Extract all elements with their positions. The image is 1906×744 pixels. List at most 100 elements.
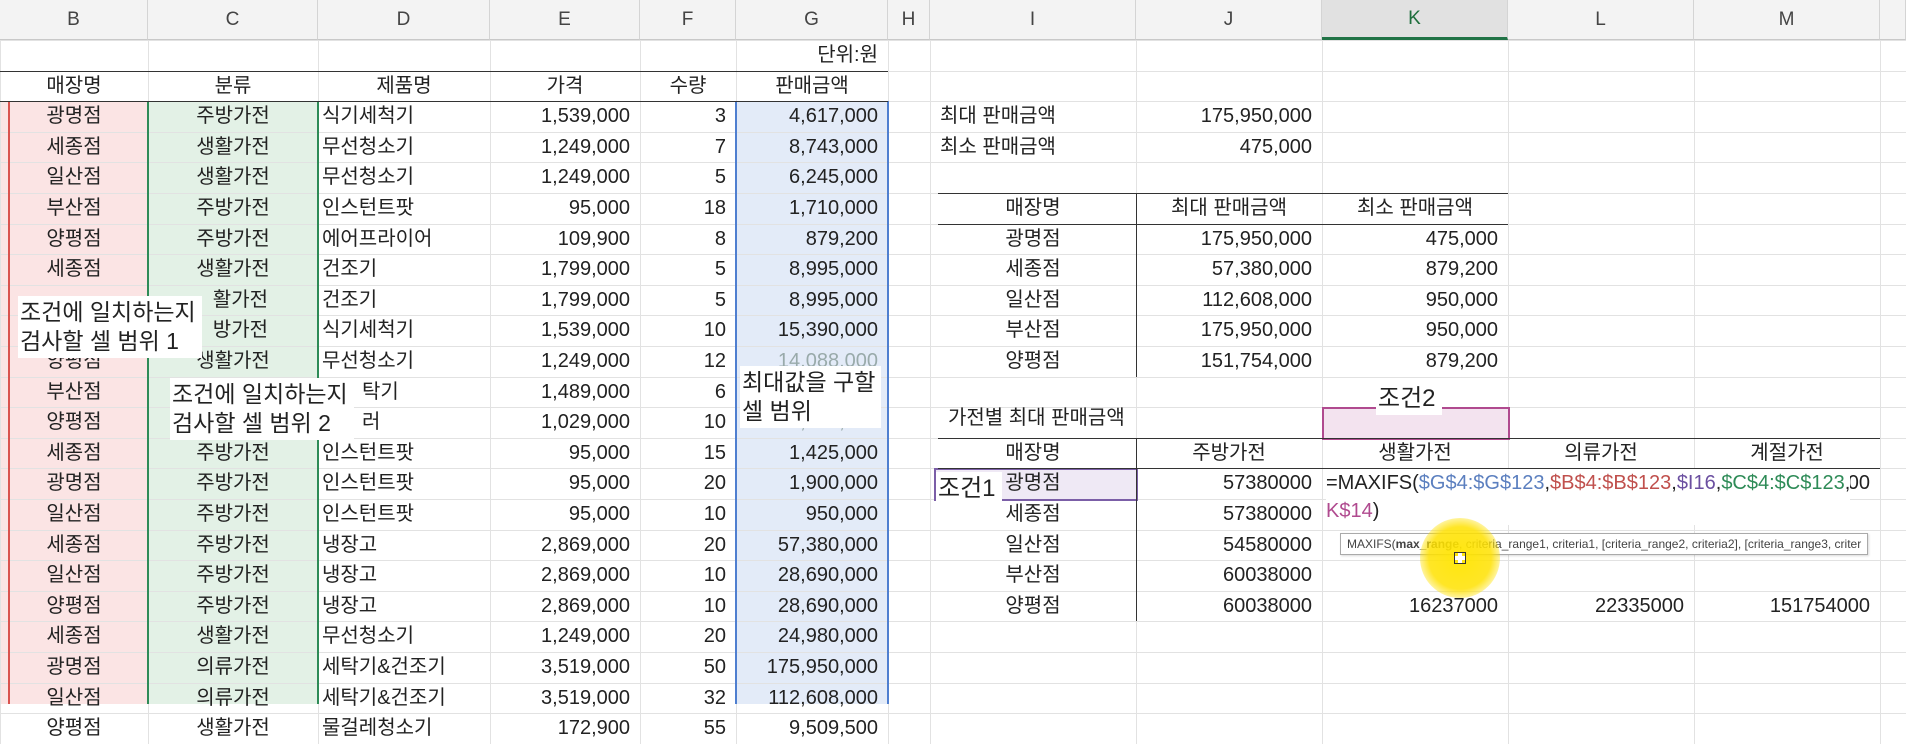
spreadsheet[interactable]: B C D E F G H I J K L M 단위:원 매장명 분류 제품명 가격 수량 판매금액 광명점 주방가전 식… — [0, 0, 1906, 744]
store-cell[interactable]: 950,000 — [1322, 315, 1508, 346]
store-cell[interactable]: 112,608,000 — [1136, 285, 1322, 316]
table-cell[interactable]: 주방가전 — [148, 224, 318, 255]
summary-min-label[interactable]: 최소 판매금액 — [936, 132, 1136, 163]
table-cell[interactable]: 생활가전 — [148, 254, 318, 285]
table-cell[interactable]: 냉장고 — [318, 530, 490, 561]
table-cell[interactable]: 일산점 — [0, 499, 148, 530]
column-header-h[interactable]: H — [888, 0, 930, 40]
category-cell[interactable]: 16237000 — [1322, 591, 1508, 622]
store-header-k[interactable]: 최소 판매금액 — [1322, 193, 1508, 224]
table-cell[interactable]: 20 — [640, 468, 736, 499]
table-cell[interactable]: 8,743,000 — [736, 132, 888, 163]
table-cell[interactable]: 세종점 — [0, 254, 148, 285]
main-header-b[interactable]: 매장명 — [0, 71, 148, 102]
table-cell[interactable]: 3,519,000 — [490, 652, 640, 683]
table-cell[interactable]: 일산점 — [0, 683, 148, 714]
table-cell[interactable]: 양평점 — [0, 224, 148, 255]
category-table-title[interactable]: 가전별 최대 판매금액 — [944, 403, 1244, 434]
category-cell[interactable]: 양평점 — [930, 591, 1136, 622]
table-cell[interactable]: 8,995,000 — [736, 285, 888, 316]
table-cell[interactable]: 무선청소기 — [318, 162, 490, 193]
table-cell[interactable]: 1,249,000 — [490, 346, 640, 377]
table-cell[interactable]: 3 — [640, 101, 736, 132]
table-cell[interactable]: 24,980,000 — [736, 621, 888, 652]
table-cell[interactable]: 1,799,000 — [490, 254, 640, 285]
table-cell[interactable]: 의류가전 — [148, 652, 318, 683]
table-cell[interactable]: 무선청소기 — [318, 132, 490, 163]
summary-max-label[interactable]: 최대 판매금액 — [936, 101, 1136, 132]
table-cell[interactable]: 식기세척기 — [318, 101, 490, 132]
store-cell[interactable]: 175,950,000 — [1136, 315, 1322, 346]
main-header-f[interactable]: 수량 — [640, 71, 736, 102]
table-cell[interactable]: 세종점 — [0, 621, 148, 652]
table-cell[interactable]: 주방가전 — [148, 468, 318, 499]
category-cell[interactable]: 일산점 — [930, 530, 1136, 561]
table-cell[interactable]: 172,900 — [490, 713, 640, 744]
table-cell[interactable]: 1,799,000 — [490, 285, 640, 316]
table-cell[interactable]: 양평점 — [0, 407, 148, 438]
table-cell[interactable]: 6 — [640, 377, 736, 408]
main-header-d[interactable]: 제품명 — [318, 71, 490, 102]
category-cell[interactable]: 22335000 — [1508, 591, 1694, 622]
table-cell[interactable]: 9,509,500 — [736, 713, 888, 744]
table-cell[interactable]: 10 — [640, 315, 736, 346]
main-header-c[interactable]: 분류 — [148, 71, 318, 102]
store-header-i[interactable]: 매장명 — [930, 193, 1136, 224]
column-header-g[interactable]: G — [736, 0, 888, 40]
store-cell[interactable]: 175,950,000 — [1136, 224, 1322, 255]
table-cell[interactable]: 6,245,000 — [736, 162, 888, 193]
table-cell[interactable]: 10 — [640, 499, 736, 530]
table-cell[interactable]: 인스턴트팟 — [318, 499, 490, 530]
main-header-g[interactable]: 판매금액 — [736, 71, 888, 102]
table-cell[interactable]: 일산점 — [0, 162, 148, 193]
table-cell[interactable]: 18 — [640, 193, 736, 224]
table-cell[interactable]: 8 — [640, 224, 736, 255]
partial-cell[interactable]: 탁기 — [358, 377, 530, 408]
table-cell[interactable]: 생활가전 — [148, 162, 318, 193]
table-cell[interactable]: 세종점 — [0, 132, 148, 163]
table-cell[interactable]: 20 — [640, 621, 736, 652]
table-cell[interactable]: 32 — [640, 683, 736, 714]
store-header-j[interactable]: 최대 판매금액 — [1136, 193, 1322, 224]
column-header-f[interactable]: F — [640, 0, 736, 40]
table-cell[interactable]: 15 — [640, 438, 736, 469]
unit-label[interactable]: 단위:원 — [736, 40, 888, 71]
store-cell[interactable]: 세종점 — [930, 254, 1136, 285]
table-cell[interactable]: 건조기 — [318, 254, 490, 285]
table-cell[interactable]: 생활가전 — [148, 713, 318, 744]
table-cell[interactable]: 인스턴트팟 — [318, 468, 490, 499]
category-cell[interactable]: 부산점 — [930, 560, 1136, 591]
table-cell[interactable]: 112,608,000 — [736, 683, 888, 714]
table-cell[interactable]: 식기세척기 — [318, 315, 490, 346]
table-cell[interactable]: 10 — [640, 407, 736, 438]
column-header-c[interactable]: C — [148, 0, 318, 40]
table-cell[interactable]: 양평점 — [0, 713, 148, 744]
main-header-e[interactable]: 가격 — [490, 71, 640, 102]
table-cell[interactable]: 냉장고 — [318, 560, 490, 591]
table-cell[interactable]: 20 — [640, 530, 736, 561]
category-header-l[interactable]: 의류가전 — [1508, 438, 1694, 469]
table-cell[interactable]: 2,869,000 — [490, 560, 640, 591]
table-cell[interactable]: 950,000 — [736, 499, 888, 530]
table-cell[interactable]: 1,539,000 — [490, 101, 640, 132]
store-cell[interactable]: 일산점 — [930, 285, 1136, 316]
table-cell[interactable]: 10 — [640, 591, 736, 622]
table-cell[interactable]: 95,000 — [490, 499, 640, 530]
category-header-m[interactable]: 계절가전 — [1694, 438, 1880, 469]
category-header-i[interactable]: 매장명 — [930, 438, 1136, 469]
table-cell[interactable]: 95,000 — [490, 438, 640, 469]
category-cell[interactable]: 60038000 — [1136, 591, 1322, 622]
table-cell[interactable]: 57,380,000 — [736, 530, 888, 561]
store-cell[interactable]: 양평점 — [930, 346, 1136, 377]
table-cell[interactable]: 28,690,000 — [736, 560, 888, 591]
table-cell[interactable]: 무선청소기 — [318, 621, 490, 652]
table-cell[interactable]: 2,869,000 — [490, 591, 640, 622]
store-cell[interactable]: 950,000 — [1322, 285, 1508, 316]
table-cell[interactable]: 1,249,000 — [490, 132, 640, 163]
table-cell[interactable]: 의류가전 — [148, 683, 318, 714]
category-cell[interactable]: 54580000 — [1136, 530, 1322, 561]
table-cell[interactable]: 광명점 — [0, 468, 148, 499]
partial-cell[interactable]: 러 — [358, 407, 530, 438]
table-cell[interactable]: 5 — [640, 162, 736, 193]
store-cell[interactable]: 57,380,000 — [1136, 254, 1322, 285]
